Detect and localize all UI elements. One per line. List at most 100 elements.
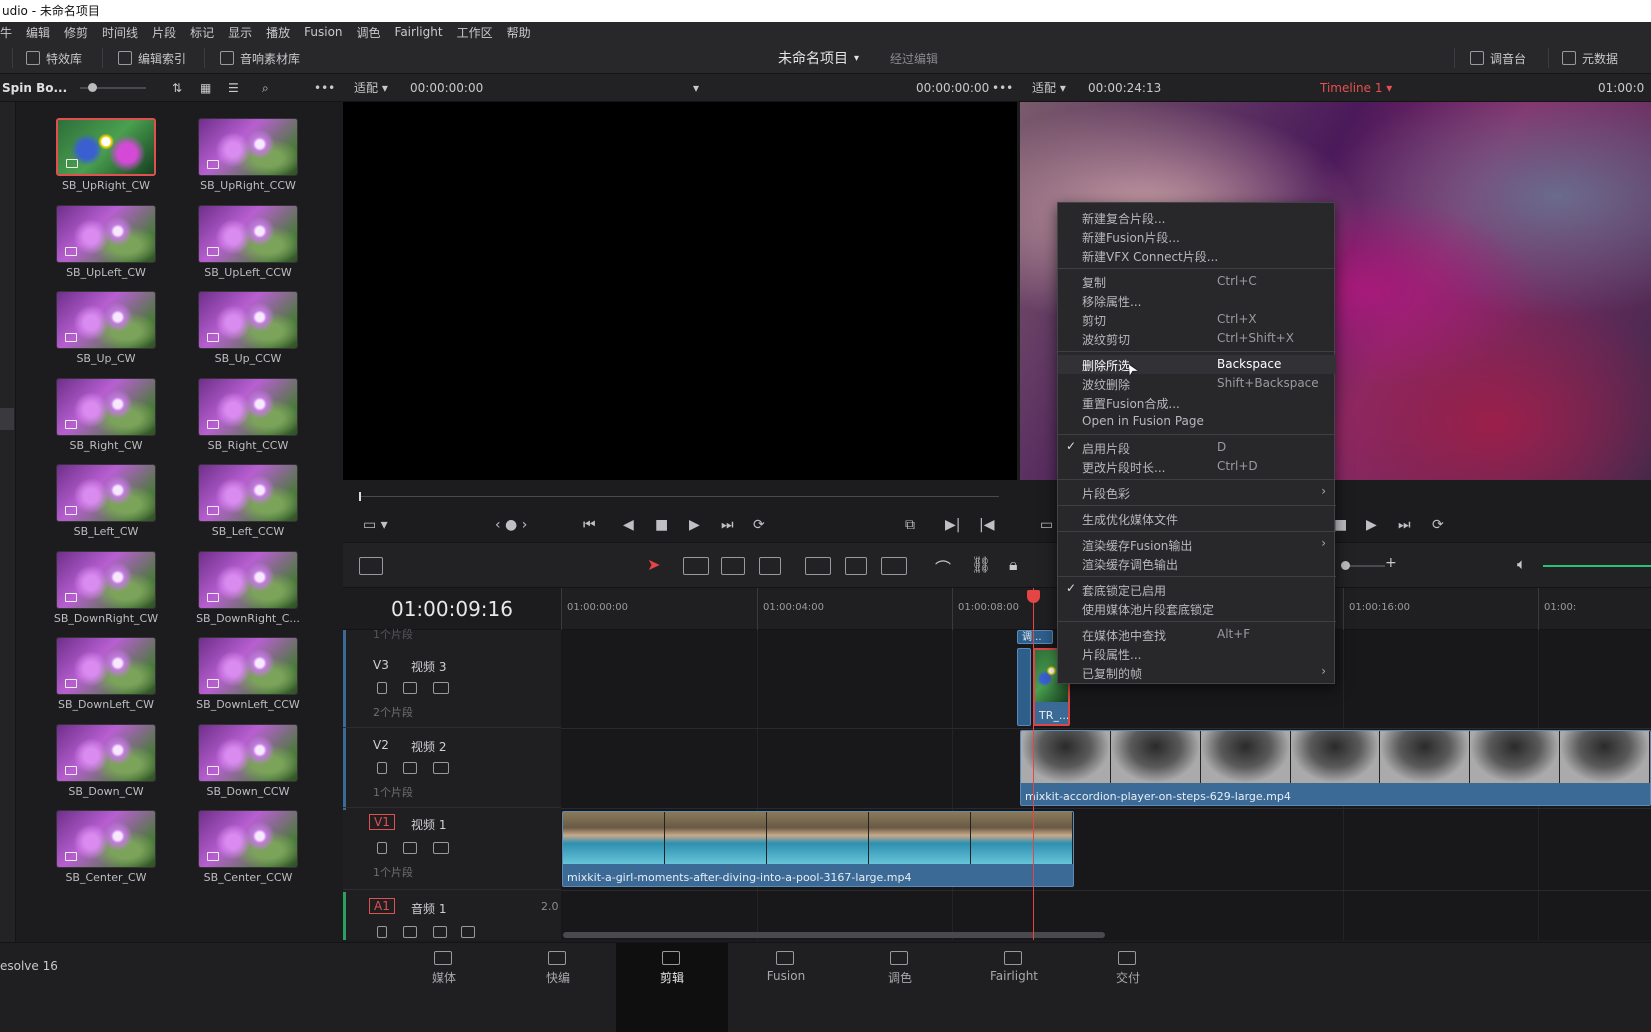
- effect-thumbnail[interactable]: [56, 204, 156, 263]
- menu-fairlight[interactable]: Fairlight: [395, 25, 443, 39]
- menu-timeline[interactable]: 时间线: [102, 24, 138, 41]
- lock-icon[interactable]: [377, 926, 387, 938]
- effect-thumbnail[interactable]: [56, 118, 156, 176]
- menu-view[interactable]: 显示: [228, 24, 252, 41]
- v3-gap-clip[interactable]: [1017, 648, 1031, 726]
- effect-thumbnail[interactable]: [198, 377, 298, 436]
- lock-icon[interactable]: 🔒︎: [1009, 555, 1018, 575]
- context-menu-item[interactable]: 片段属性...: [1058, 644, 1336, 663]
- viewer-mode-icon[interactable]: ▭ ▾: [363, 510, 388, 540]
- playhead[interactable]: [1033, 588, 1034, 940]
- lock-icon[interactable]: [377, 842, 387, 854]
- play-icon[interactable]: ▶: [689, 510, 700, 540]
- mute-icon[interactable]: [461, 926, 475, 938]
- timeline-scrollbar[interactable]: [563, 932, 1105, 938]
- more-options-icon[interactable]: •••: [992, 74, 1013, 102]
- snapping-icon[interactable]: ⌒: [935, 555, 951, 579]
- context-menu-item[interactable]: 新建复合片段...: [1058, 208, 1336, 227]
- source-viewer[interactable]: [343, 102, 1017, 480]
- mixer-button[interactable]: 调音台: [1470, 42, 1526, 74]
- auto-select-icon[interactable]: [403, 682, 417, 694]
- context-menu-item[interactable]: 使用媒体池片段套底锁定: [1058, 599, 1336, 618]
- track-visibility-icon[interactable]: [433, 762, 449, 774]
- adjustment-clip[interactable]: 调...: [1017, 630, 1053, 644]
- trim-tool-icon[interactable]: [683, 557, 709, 575]
- context-menu-item[interactable]: Open in Fusion Page: [1058, 412, 1336, 431]
- edit-index-button[interactable]: 编辑索引: [118, 42, 186, 74]
- menu-playback[interactable]: 播放: [266, 24, 290, 41]
- context-menu-item[interactable]: 生成优化媒体文件: [1058, 509, 1336, 528]
- selection-tool-icon[interactable]: ➤: [647, 555, 660, 574]
- solo-icon[interactable]: [433, 926, 447, 938]
- go-to-end-icon[interactable]: ⏭: [721, 510, 734, 540]
- effect-thumbnail[interactable]: [56, 291, 156, 349]
- deliver-page-tab[interactable]: 交付: [1072, 943, 1184, 1032]
- program-fit-dropdown[interactable]: 适配 ▾: [1032, 74, 1066, 102]
- context-menu-item[interactable]: 波纹删除 Shift+Backspace: [1058, 374, 1336, 393]
- dynamic-trim-icon[interactable]: [721, 557, 745, 575]
- overwrite-clip-icon[interactable]: [845, 557, 867, 575]
- auto-select-icon[interactable]: [403, 762, 417, 774]
- search-icon[interactable]: ⌕: [262, 74, 269, 102]
- source-fit-dropdown[interactable]: 适配 ▾: [354, 74, 388, 102]
- more-options-icon[interactable]: •••: [314, 74, 335, 102]
- context-menu-item[interactable]: 渲染缓存调色输出: [1058, 554, 1336, 573]
- sound-library-button[interactable]: 音响素材库: [220, 42, 300, 74]
- viewer-mode-icon[interactable]: ▭: [1040, 510, 1053, 540]
- mark-in-icon[interactable]: ▶|: [945, 510, 960, 540]
- effect-thumbnail[interactable]: [56, 377, 156, 436]
- menu-workspace[interactable]: 工作区: [457, 24, 493, 41]
- volume-slider[interactable]: [1543, 565, 1651, 567]
- timeline-name-dropdown[interactable]: Timeline 1 ▾: [1320, 74, 1392, 102]
- chevron-down-icon[interactable]: ▾: [693, 74, 699, 102]
- effect-thumbnail[interactable]: [56, 550, 156, 609]
- stop-icon[interactable]: ■: [655, 510, 668, 540]
- context-menu-item[interactable]: 删除所选 Backspace: [1058, 355, 1336, 374]
- effect-thumbnail[interactable]: [198, 637, 298, 695]
- reverse-play-icon[interactable]: ◀: [623, 510, 634, 540]
- menu-file[interactable]: 牛: [0, 24, 12, 41]
- sort-icon[interactable]: ⇅: [172, 74, 182, 102]
- context-menu-item[interactable]: ✓ 启用片段 D: [1058, 438, 1336, 457]
- project-name-dropdown[interactable]: 未命名项目 ▾: [778, 42, 859, 74]
- track-header-v1[interactable]: V1 视频 1 1个片段: [343, 808, 561, 890]
- effect-thumbnail[interactable]: [198, 118, 298, 176]
- effect-thumbnail[interactable]: [56, 637, 156, 695]
- blade-tool-icon[interactable]: [759, 557, 781, 575]
- scrubber-handle[interactable]: [359, 492, 361, 501]
- cut-page-tab[interactable]: 快编: [502, 943, 614, 1032]
- context-menu-item[interactable]: 在媒体池中查找 Alt+F: [1058, 625, 1336, 644]
- replace-clip-icon[interactable]: [881, 557, 907, 575]
- media-page-tab[interactable]: 媒体: [388, 943, 500, 1032]
- context-menu-item[interactable]: 渲染缓存Fusion输出 ›: [1058, 535, 1336, 554]
- context-menu-item[interactable]: 片段色彩 ›: [1058, 483, 1336, 502]
- mark-out-icon[interactable]: |◀: [979, 510, 994, 540]
- effect-thumbnail[interactable]: [198, 810, 298, 868]
- menu-mark[interactable]: 标记: [190, 24, 214, 41]
- track-visibility-icon[interactable]: [433, 682, 449, 694]
- color-page-tab[interactable]: 调色: [844, 943, 956, 1032]
- effect-thumbnail[interactable]: [56, 464, 156, 522]
- lock-icon[interactable]: [377, 682, 387, 694]
- timeline-zoom-handle[interactable]: [1341, 561, 1350, 570]
- go-to-end-icon[interactable]: ⏭: [1398, 510, 1411, 540]
- menu-fusion[interactable]: Fusion: [304, 25, 342, 39]
- list-view-icon[interactable]: ☰: [228, 74, 239, 102]
- timeline-zoom-slider[interactable]: [1345, 565, 1385, 567]
- match-frame-icon[interactable]: ⧉: [905, 510, 915, 540]
- context-menu-item[interactable]: 剪切 Ctrl+X: [1058, 310, 1336, 329]
- fusion-page-tab[interactable]: Fusion: [730, 943, 842, 1032]
- loop-icon[interactable]: ⟳: [753, 510, 765, 540]
- track-visibility-icon[interactable]: [433, 842, 449, 854]
- track-header-a1[interactable]: A1 音频 1 2.0: [343, 892, 561, 940]
- context-menu-item[interactable]: 已复制的帧 ›: [1058, 663, 1336, 682]
- effect-thumbnail[interactable]: [198, 723, 298, 782]
- grid-view-icon[interactable]: ▦: [200, 74, 211, 102]
- context-menu-item[interactable]: 移除属性...: [1058, 291, 1336, 310]
- menu-edit[interactable]: 编辑: [26, 24, 50, 41]
- context-menu-item[interactable]: 重置Fusion合成...: [1058, 393, 1336, 412]
- auto-select-icon[interactable]: [403, 926, 417, 938]
- effect-thumbnail[interactable]: [198, 204, 298, 263]
- menu-clip[interactable]: 片段: [152, 24, 176, 41]
- effects-library-button[interactable]: 特效库: [26, 42, 82, 74]
